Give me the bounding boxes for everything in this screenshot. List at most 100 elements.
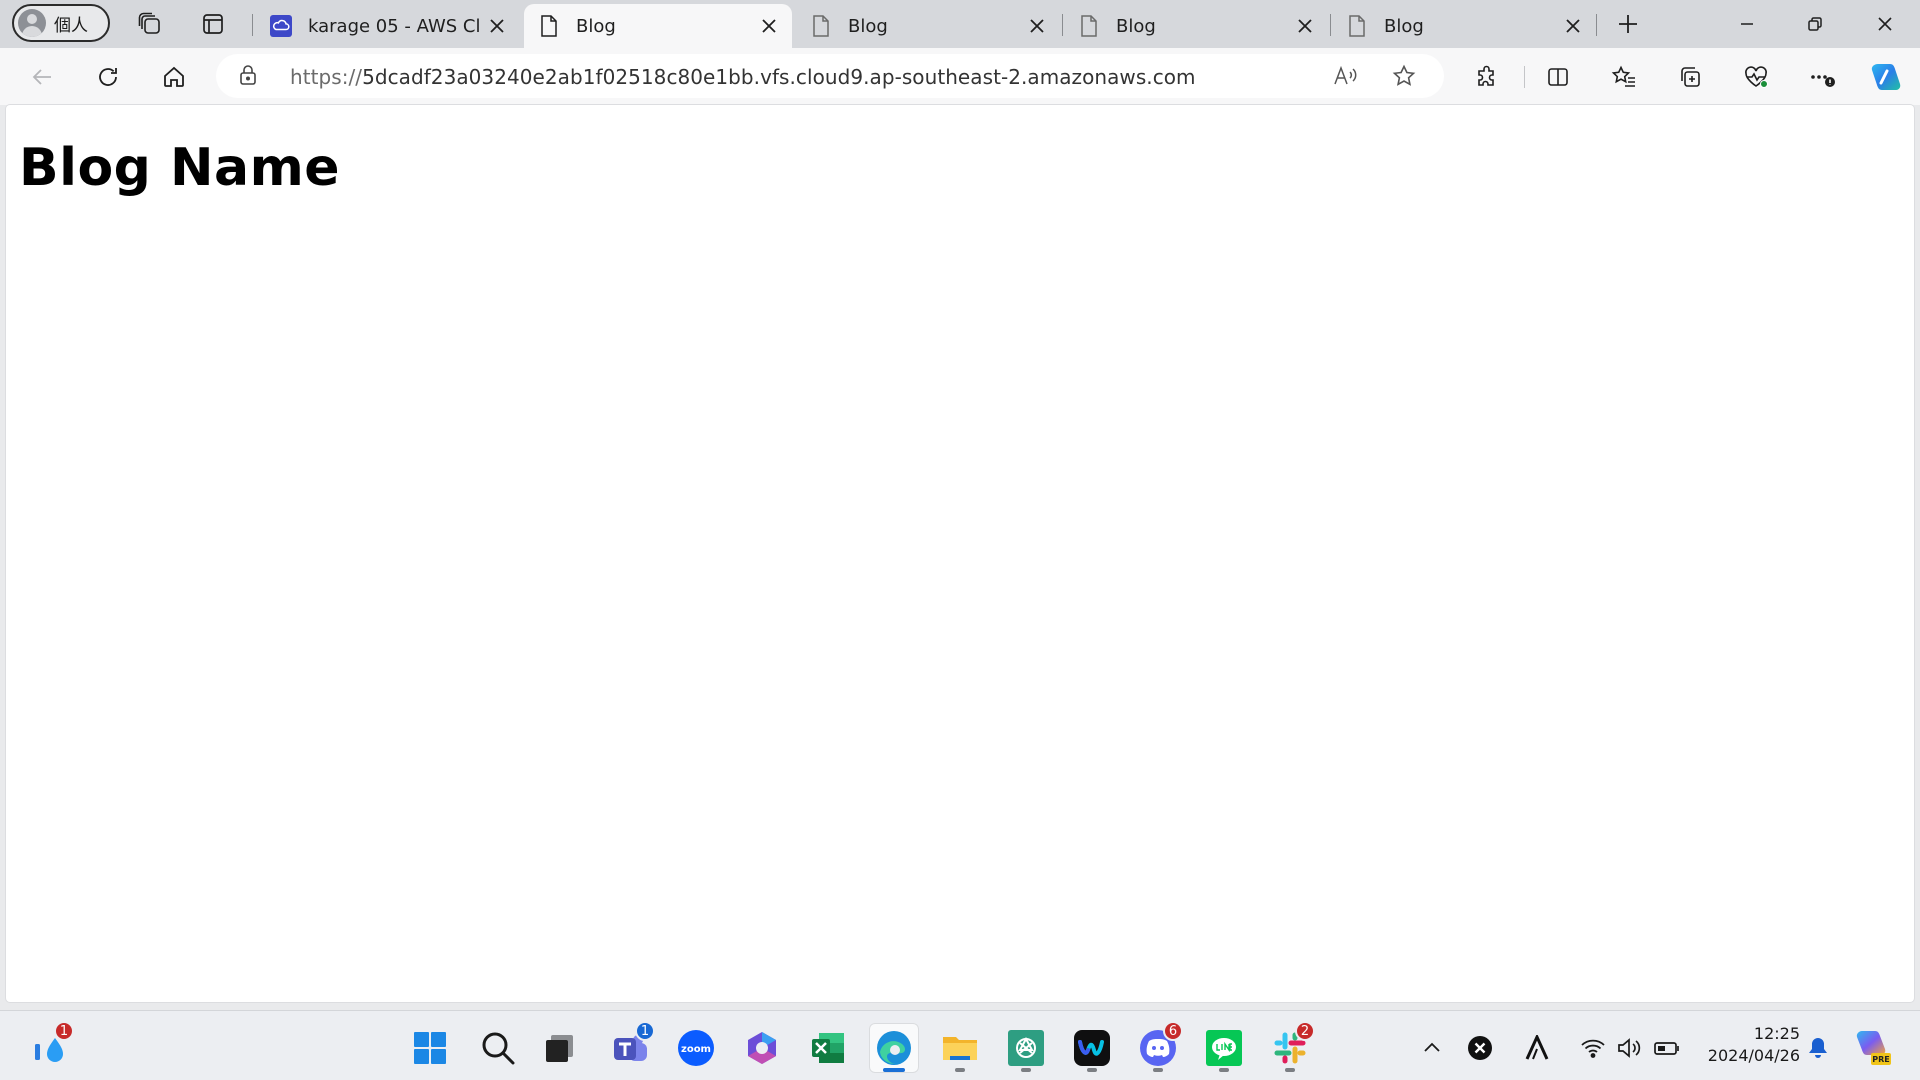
search-icon [482,1032,515,1065]
plus-icon [1619,15,1637,33]
battery-button[interactable] [1652,1033,1682,1063]
profile-label: 個人 [54,15,88,36]
chatgpt-app[interactable] [1001,1023,1051,1073]
tab-blog[interactable]: Blog [796,4,1060,48]
collections-icon [1681,67,1700,87]
cloud9-icon [270,15,292,37]
file-explorer-app[interactable] [935,1023,985,1073]
restore-button[interactable] [1792,6,1838,42]
bell-icon [1809,1038,1827,1058]
webex-icon [1074,1030,1110,1066]
windows-logo-icon [414,1032,446,1064]
teams-app[interactable]: 1 [605,1021,655,1073]
task-view-button[interactable] [535,1023,585,1073]
close-icon[interactable] [1026,15,1048,37]
excel-app[interactable] [803,1023,853,1073]
refresh-icon [99,68,117,86]
heart-pulse-icon [1745,66,1768,88]
running-indicator [1087,1068,1097,1072]
lock-icon[interactable] [238,64,258,90]
wifi-button[interactable] [1578,1033,1608,1063]
new-tab-button[interactable] [1612,8,1644,40]
clock-time: 12:25 [1753,1024,1800,1043]
zoom-app[interactable]: zoom [671,1023,721,1073]
copilot-preview-button[interactable]: PRE [1852,1027,1892,1067]
more-dots-icon [1811,75,1835,87]
volume-button[interactable] [1614,1033,1644,1063]
line-app[interactable] [1199,1023,1249,1073]
slack-app[interactable]: 2 [1265,1021,1315,1073]
clock[interactable]: 12:25 2024/04/26 [1690,1023,1800,1067]
discord-app[interactable]: 6 [1133,1021,1183,1073]
tab-blog[interactable]: Blog [1064,4,1328,48]
running-indicator [1021,1068,1031,1072]
running-indicator [1219,1068,1229,1072]
browser-essentials-button[interactable] [1738,60,1774,94]
close-icon[interactable] [758,15,780,37]
show-hidden-icons-button[interactable] [1417,1033,1447,1063]
collections-button[interactable] [1672,60,1708,94]
tab-title: Blog [576,15,616,37]
extensions-button[interactable] [1469,60,1505,94]
start-button[interactable] [405,1023,455,1073]
profile-button[interactable]: 個人 [12,4,110,42]
url-text[interactable]: https://5dcadf23a03240e2ab1f02518c80e1bb… [290,65,1196,89]
home-icon [164,66,184,87]
folder-icon [943,1037,977,1060]
read-aloud-button[interactable] [1328,60,1364,92]
tab-separator [1062,14,1063,36]
star-icon [1392,64,1416,86]
tab-blog-active[interactable]: Blog [524,4,792,48]
split-screen-icon [1548,68,1568,86]
tab-strip: 個人 karage 05 - AWS Clou Blog Blog [0,0,1920,48]
back-button[interactable] [24,60,60,94]
running-indicator [955,1068,965,1072]
running-indicator [1285,1068,1295,1072]
tab-blog[interactable]: Blog [1332,4,1596,48]
address-bar[interactable]: https://5dcadf23a03240e2ab1f02518c80e1bb… [216,54,1444,98]
vertical-tabs-button[interactable] [197,8,229,40]
copilot-button[interactable] [1868,60,1904,94]
close-window-button[interactable] [1862,6,1908,42]
task-view-icon [546,1035,573,1062]
a-logo-icon [1525,1035,1549,1060]
wifi-icon [1581,1039,1605,1058]
minimize-button[interactable] [1724,6,1770,42]
tray-app-x[interactable] [1465,1033,1495,1063]
notification-badge: 1 [635,1021,655,1041]
zoom-label: zoom [681,1044,711,1055]
close-icon [1878,17,1892,31]
edge-icon [877,1031,911,1065]
notifications-button[interactable] [1803,1033,1833,1063]
microsoft-365-app[interactable] [737,1023,787,1073]
page-icon [810,15,832,37]
clock-date: 2024/04/26 [1707,1046,1800,1065]
edge-app[interactable] [869,1023,919,1073]
search-button[interactable] [473,1023,523,1073]
x-circle-icon [1468,1036,1492,1060]
battery-icon [1654,1042,1679,1055]
excel-icon [812,1033,844,1063]
close-icon[interactable] [1562,15,1584,37]
webex-app[interactable] [1067,1023,1117,1073]
copilot-tag: PRE [1872,1055,1890,1064]
tab-title: Blog [1384,15,1424,37]
tab-aws-cloud9[interactable]: karage 05 - AWS Clou [256,4,520,48]
close-icon[interactable] [486,15,508,37]
tab-separator [1596,14,1597,36]
favorites-button[interactable] [1606,60,1642,94]
workspaces-button[interactable] [134,8,166,40]
refresh-button[interactable] [90,60,126,94]
tray-app-a[interactable] [1522,1033,1552,1063]
back-arrow-icon [32,69,51,85]
home-button[interactable] [156,60,192,94]
favorite-star-button[interactable] [1386,60,1422,92]
minimize-icon [1741,23,1753,25]
settings-more-button[interactable] [1804,60,1840,94]
close-icon[interactable] [1294,15,1316,37]
widgets-button[interactable]: 1 [24,1021,74,1073]
speaker-icon [1618,1038,1641,1058]
url-scheme: https:// [290,65,363,89]
favorites-list-icon [1611,65,1635,87]
split-screen-button[interactable] [1540,60,1576,94]
